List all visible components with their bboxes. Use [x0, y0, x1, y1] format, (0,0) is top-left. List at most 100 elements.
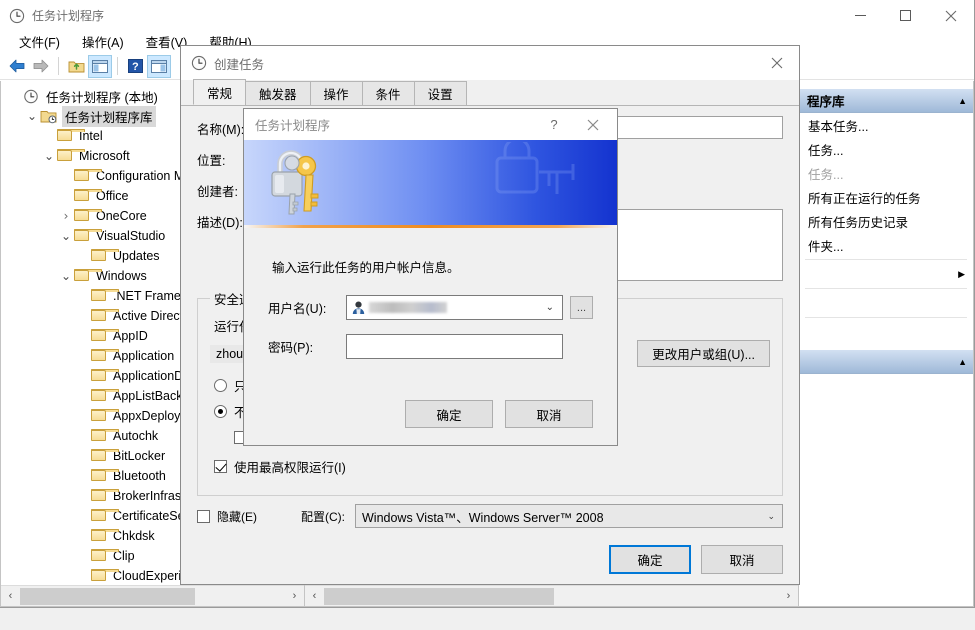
folder-icon — [74, 168, 102, 184]
credentials-cancel-button[interactable]: 取消 — [505, 400, 593, 428]
scroll-track[interactable] — [324, 586, 779, 606]
actions-blank-item[interactable] — [799, 291, 973, 315]
browse-user-button[interactable]: ... — [570, 296, 593, 319]
password-input[interactable] — [346, 334, 563, 359]
back-arrow-icon[interactable] — [5, 55, 29, 78]
hidden-checkbox-icon[interactable] — [197, 509, 210, 523]
chevron-right-icon[interactable]: › — [58, 208, 74, 224]
folder-icon — [91, 408, 119, 424]
folder-icon — [91, 248, 119, 264]
create-task-close-button[interactable] — [755, 46, 799, 80]
library-icon — [40, 109, 57, 124]
actions-submenu-item[interactable]: ▶ — [799, 262, 973, 286]
tab-0[interactable]: 常规 — [193, 79, 247, 105]
window-titlebar: 任务计划程序 — [0, 0, 974, 31]
actions-pane-header[interactable]: 程序库 ▲ — [799, 89, 973, 113]
password-label: 密码(P): — [268, 341, 314, 355]
menu-file[interactable]: 文件(F) — [8, 30, 71, 54]
up-folder-icon[interactable] — [64, 55, 88, 78]
hidden-label: 隐藏(E) — [217, 509, 257, 524]
action-item[interactable]: 所有任务历史记录 — [799, 209, 973, 233]
action-item[interactable]: 任务... — [799, 161, 973, 185]
username-value-redacted — [369, 302, 447, 313]
bottom-options-row: 隐藏(E) 配置(C): Windows Vista™、Windows Serv… — [181, 496, 799, 528]
username-combobox[interactable]: ⌄ — [346, 295, 563, 320]
tree-horizontal-scrollbar[interactable]: ‹ › — [1, 585, 304, 606]
actions-separator — [805, 317, 967, 318]
tree-item-label: 任务计划程序 (本地) — [46, 90, 158, 105]
submenu-arrow-icon: ▶ — [958, 268, 965, 279]
username-label: 用户名(U): — [268, 302, 327, 316]
radio-icon-selected[interactable] — [214, 405, 227, 418]
chevron-down-icon[interactable]: ⌄ — [58, 268, 74, 284]
configure-for-label: 配置(C): — [301, 509, 345, 524]
show-tree-pane-icon[interactable] — [88, 54, 112, 78]
create-task-cancel-button[interactable]: 取消 — [701, 544, 783, 574]
configure-for-select[interactable]: Windows Vista™、Windows Server™ 2008 ⌄ — [355, 504, 783, 528]
scroll-left-arrow[interactable]: ‹ — [1, 587, 20, 606]
forward-arrow-icon[interactable] — [29, 55, 53, 78]
collapse-caret-icon[interactable]: ▲ — [958, 357, 967, 367]
folder-icon — [91, 348, 119, 364]
chevron-down-icon[interactable]: ⌄ — [546, 302, 554, 313]
help-button[interactable]: ? — [537, 109, 571, 140]
collapse-caret-icon[interactable]: ▲ — [958, 96, 967, 106]
scroll-thumb[interactable] — [324, 587, 554, 605]
folder-icon — [91, 308, 119, 324]
chevron-down-icon[interactable]: ⌄ — [41, 148, 57, 164]
chevron-down-icon[interactable]: ⌄ — [24, 108, 40, 124]
tree-item-label: AppxDeploy — [113, 409, 181, 423]
folder-icon — [74, 188, 102, 204]
folder-icon — [91, 468, 119, 484]
action-item[interactable]: 所有正在运行的任务 — [799, 185, 973, 209]
password-row: 密码(P): — [268, 334, 593, 359]
scroll-right-arrow[interactable]: › — [779, 587, 798, 606]
credentials-body: 输入运行此任务的用户帐户信息。 用户名(U): ⌄ ... 密码(P): — [244, 228, 617, 359]
menu-action[interactable]: 操作(A) — [71, 30, 135, 54]
close-button[interactable] — [928, 0, 974, 31]
action-item[interactable]: 基本任务... — [799, 113, 973, 137]
minimize-button[interactable] — [838, 0, 883, 31]
create-task-ok-button[interactable]: 确定 — [609, 544, 691, 574]
scroll-thumb[interactable] — [20, 587, 195, 605]
maximize-button[interactable] — [883, 0, 928, 31]
scroll-track[interactable] — [20, 586, 285, 606]
action-item[interactable]: 任务... — [799, 137, 973, 161]
configure-for-value: Windows Vista™、Windows Server™ 2008 — [362, 510, 604, 525]
scroll-right-arrow[interactable]: › — [285, 587, 304, 606]
chevron-down-icon: ⌄ — [767, 510, 775, 521]
tab-4[interactable]: 设置 — [413, 81, 467, 105]
run-with-highest-privileges-row[interactable]: 使用最高权限运行(I) — [214, 457, 770, 476]
folder-icon — [74, 228, 102, 244]
show-action-pane-icon[interactable] — [147, 54, 171, 78]
chevron-down-icon[interactable]: ⌄ — [58, 228, 74, 244]
help-icon[interactable]: ? — [123, 55, 147, 78]
actions-pane-header-label: 程序库 — [807, 95, 845, 109]
checkbox-icon-checked[interactable] — [214, 460, 227, 473]
radio-icon[interactable] — [214, 379, 227, 392]
scroll-left-arrow[interactable]: ‹ — [305, 587, 324, 606]
actions-item-list[interactable]: 基本任务... 任务... 任务... 所有正在运行的任务 所有任务历史记录 件夹... — [799, 113, 973, 257]
actions-pane-second-header[interactable]: ▲ — [799, 350, 973, 374]
credentials-close-button[interactable] — [573, 109, 613, 140]
change-user-or-group-button[interactable]: 更改用户或组(U)... — [637, 340, 770, 367]
action-item[interactable]: 件夹... — [799, 233, 973, 257]
credentials-ok-button[interactable]: 确定 — [405, 400, 493, 428]
folder-icon — [91, 288, 119, 304]
tree-item-label: CloudExperi — [113, 569, 182, 583]
tab-2[interactable]: 操作 — [309, 81, 363, 105]
tree-item-label: Chkdsk — [113, 529, 155, 543]
tab-3[interactable]: 条件 — [361, 81, 415, 105]
create-task-tabs[interactable]: 常规 触发器 操作 条件 设置 — [181, 79, 799, 106]
folder-icon — [91, 428, 119, 444]
folder-icon — [57, 128, 85, 144]
list-horizontal-scrollbar[interactable]: ‹ › — [305, 585, 798, 606]
actions-blank-item[interactable] — [799, 320, 973, 344]
tab-1[interactable]: 触发器 — [245, 81, 311, 105]
